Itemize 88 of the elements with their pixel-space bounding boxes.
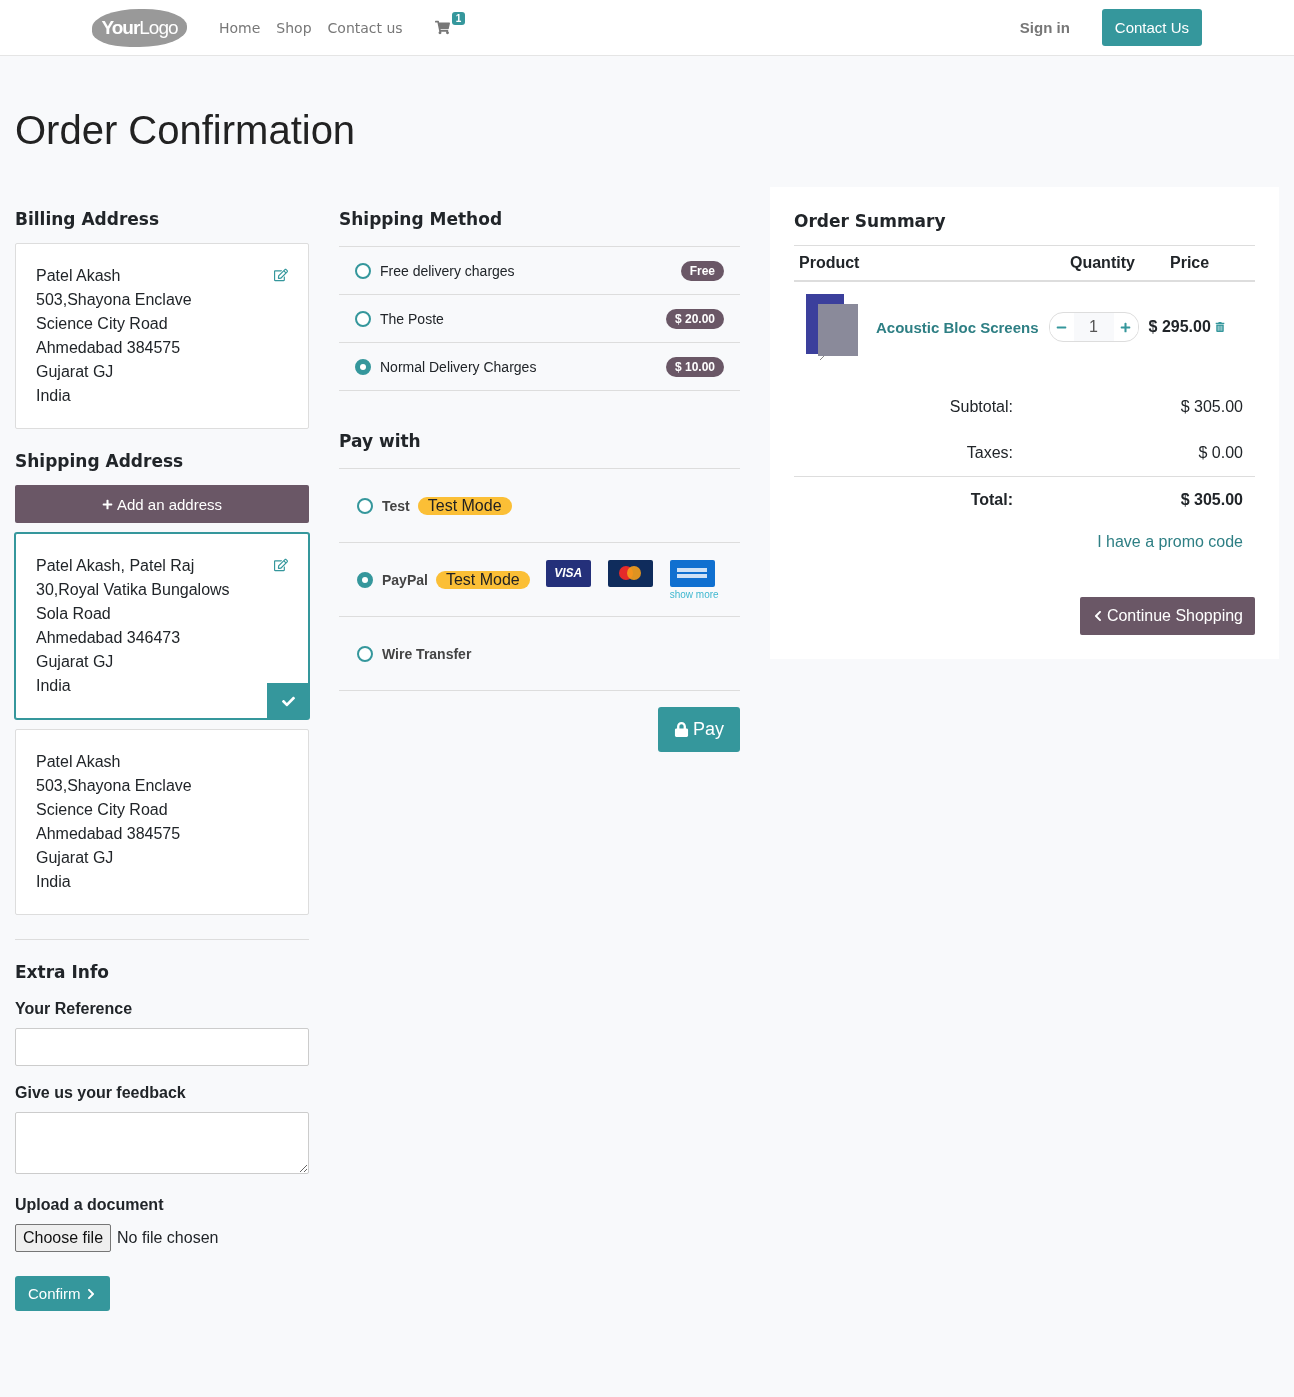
- address-line: Gujarat GJ: [36, 652, 114, 672]
- cart-icon[interactable]: [434, 20, 450, 35]
- promo-code-link[interactable]: I have a promo code: [806, 533, 1243, 551]
- address-line: Patel Akash: [36, 752, 121, 772]
- card-icon: [669, 559, 715, 587]
- shipping-option-label: Normal Delivery Charges: [380, 358, 537, 375]
- total-value: $ 305.00: [1179, 491, 1243, 509]
- section-heading: Extra Info: [15, 962, 110, 982]
- card-logo: VISA: [545, 559, 591, 587]
- plus-icon: [101, 498, 113, 510]
- pay-button[interactable]: Pay: [657, 707, 740, 752]
- section-heading: Order Summary: [794, 211, 947, 231]
- test-mode-badge: Test Mode: [417, 496, 512, 515]
- radio-button[interactable]: [357, 497, 373, 514]
- check-icon: [267, 683, 309, 719]
- quantity-field[interactable]: 1: [1073, 313, 1114, 341]
- address-card[interactable]: Patel Akash, Patel Raj 30,Royal Vatika Bungalows Sola Road Ahmedabad 346473 Gujarat GJ India: [15, 533, 309, 719]
- nav-link[interactable]: Shop: [276, 19, 312, 36]
- address-line: 30,Royal Vatika Bungalows: [36, 580, 230, 600]
- address-line: India: [36, 872, 71, 892]
- continue-shopping-button[interactable]: Continue Shopping: [1079, 597, 1255, 635]
- page-title: Order Confirmation: [15, 108, 357, 153]
- payment-option-label: PayPal: [382, 571, 428, 588]
- file-status: No file chosen: [117, 1229, 219, 1247]
- test-mode-badge: Test Mode: [435, 570, 530, 589]
- contact-us-button[interactable]: Contact Us: [1101, 9, 1202, 46]
- address-line: Science City Road: [36, 800, 168, 820]
- address-line: 503,Shayona Enclave: [36, 776, 192, 796]
- address-line: Gujarat GJ: [36, 362, 114, 382]
- edit-icon[interactable]: [274, 268, 288, 282]
- total-value: $ 0.00: [1197, 444, 1243, 462]
- address-line: 503,Shayona Enclave: [36, 290, 192, 310]
- address-line: Sola Road: [36, 604, 111, 624]
- add-address-button[interactable]: Add an address: [15, 485, 309, 523]
- nav-link[interactable]: Home: [219, 19, 261, 36]
- radio-button[interactable]: [355, 262, 371, 279]
- section-heading: Pay with: [339, 431, 422, 451]
- item-price: $ 295.00: [1148, 318, 1211, 336]
- column-header: Price: [1170, 254, 1211, 272]
- circles-card-icon: [607, 559, 653, 587]
- total-label: Total:: [969, 491, 1013, 509]
- shipping-option-label: Free delivery charges: [380, 262, 515, 279]
- field-label: Give us your feedback: [15, 1084, 187, 1102]
- address-line: Patel Akash, Patel Raj: [36, 556, 195, 576]
- product-link[interactable]: Acoustic Bloc Screens: [876, 318, 1039, 336]
- quantity-stepper[interactable]: 1: [1048, 312, 1139, 342]
- price-badge: $ 10.00: [665, 356, 724, 377]
- feedback-field[interactable]: [15, 1112, 309, 1174]
- nav-link[interactable]: Contact us: [327, 19, 403, 36]
- price-badge: Free: [680, 260, 724, 281]
- total-value: $ 305.00: [1179, 398, 1243, 416]
- section-heading: Shipping Method: [339, 209, 504, 229]
- shipping-option-label: The Poste: [380, 310, 444, 327]
- total-label: Subtotal:: [948, 398, 1013, 416]
- payment-option-label: Wire Transfer: [382, 645, 472, 662]
- address-line: India: [36, 386, 71, 406]
- radio-button[interactable]: [355, 358, 371, 375]
- choose-file-button[interactable]: Choose file: [15, 1224, 112, 1252]
- trash-icon[interactable]: [1214, 322, 1225, 332]
- payment-option-label: Test: [382, 497, 410, 514]
- address-line: Gujarat GJ: [36, 848, 114, 868]
- address-line: Patel Akash: [36, 266, 121, 286]
- confirm-button[interactable]: Confirm: [15, 1276, 110, 1311]
- product-image: [804, 294, 860, 360]
- lock-icon: [673, 722, 689, 737]
- radio-button[interactable]: [355, 310, 371, 327]
- radio-button[interactable]: [357, 571, 373, 588]
- price-badge: $ 20.00: [665, 308, 724, 329]
- address-line: Ahmedabad 346473: [36, 628, 181, 648]
- address-line: India: [36, 676, 71, 696]
- reference-field[interactable]: [15, 1028, 309, 1066]
- section-heading: Billing Address: [15, 209, 161, 229]
- section-heading: Shipping Address: [15, 451, 185, 471]
- address-card[interactable]: Patel Akash 503,Shayona Enclave Science City Road Ahmedabad 384575 Gujarat GJ India: [15, 729, 309, 915]
- column-header: Quantity: [1070, 254, 1136, 272]
- sign-in-link[interactable]: Sign in: [1019, 19, 1070, 36]
- address-line: Ahmedabad 384575: [36, 824, 181, 844]
- logo[interactable]: YourLogo: [92, 8, 187, 47]
- total-label: Taxes:: [965, 444, 1013, 462]
- radio-button[interactable]: [357, 645, 373, 662]
- cart-count: 1: [451, 12, 466, 25]
- column-header: Product: [799, 254, 861, 272]
- field-label: Upload a document: [15, 1196, 165, 1214]
- field-label: Your Reference: [15, 1000, 134, 1018]
- address-line: Science City Road: [36, 314, 168, 334]
- address-line: Ahmedabad 384575: [36, 338, 181, 358]
- edit-icon[interactable]: [274, 558, 288, 572]
- address-card[interactable]: Patel Akash 503,Shayona Enclave Science City Road Ahmedabad 384575 Gujarat GJ India: [15, 243, 309, 429]
